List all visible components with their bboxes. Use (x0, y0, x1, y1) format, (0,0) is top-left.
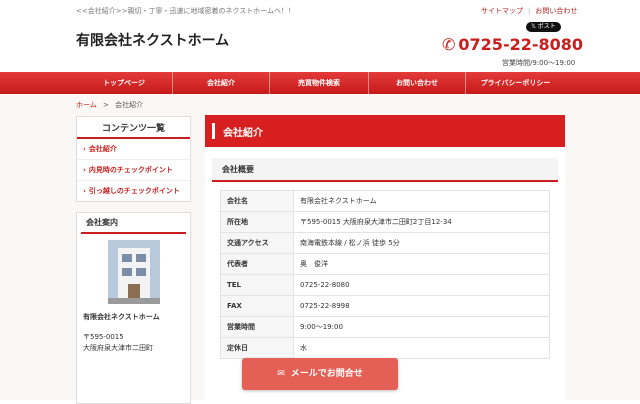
row-label: 定休日 (220, 337, 294, 359)
breadcrumb-separator: > (103, 101, 109, 109)
nav-item-top[interactable]: トップページ (76, 72, 173, 94)
row-value: 奥 俊洋 (293, 253, 550, 275)
phone-text: 0725-22-8080 (458, 35, 584, 54)
contents-item-label: 引っ越しのチェックポイント (88, 187, 180, 195)
table-row: 定休日水 (220, 337, 550, 359)
x-logo-icon: 𝕏 (531, 23, 538, 30)
row-value: 〒595-0015 大阪府泉大津市二田町2丁目12-34 (293, 211, 550, 233)
page-title: 会社紹介 (223, 128, 263, 139)
x-post-label: ポスト (537, 23, 556, 30)
nav-item-property-search[interactable]: 売買物件検索 (270, 72, 369, 94)
row-label: 営業時間 (220, 316, 294, 338)
breadcrumb-home[interactable]: ホーム (76, 101, 97, 109)
contents-item-moving-checkpoints[interactable]: › 引っ越しのチェックポイント (77, 181, 190, 201)
row-label: 交通アクセス (220, 232, 294, 254)
contents-item-viewing-checkpoints[interactable]: › 内見時のチェックポイント (77, 160, 190, 181)
email-inquiry-label: メールでお問合せ (290, 369, 363, 379)
contents-title: コンテンツ一覧 (77, 117, 190, 139)
contents-item-label: 内見時のチェックポイント (88, 166, 173, 174)
row-value: 南海電鉄本線 / 松ノ浜 徒歩 5分 (293, 232, 550, 254)
email-inquiry-button[interactable]: ✉ メールでお問合せ (242, 358, 398, 390)
breadcrumb: ホーム > 会社紹介 (76, 100, 143, 110)
row-label: 代表者 (220, 253, 294, 275)
business-hours: 営業時間/9:00～19:00 (502, 59, 576, 67)
company-address: 大阪府泉大津市二田町 (83, 344, 153, 352)
contents-box: コンテンツ一覧 › 会社紹介 › 内見時のチェックポイント › 引っ越しのチェックポイ… (76, 116, 191, 202)
company-postal-code: 〒595-0015 (83, 333, 124, 341)
page-heading: 会社紹介 (205, 115, 565, 147)
chevron-right-icon: › (83, 166, 86, 174)
table-row: 交通アクセス 南海電鉄本線 / 松ノ浜 徒歩 5分 (220, 232, 550, 254)
sitemap-link[interactable]: サイトマップ (476, 7, 528, 15)
main-nav: トップページ 会社紹介 売買物件検索 お問い合わせ プライバシーポリシー (0, 72, 640, 94)
table-row: FAX 0725-22-8998 (220, 295, 550, 317)
breadcrumb-current: 会社紹介 (115, 101, 144, 109)
row-label: 所在地 (220, 211, 294, 233)
company-overview-table: 会社名 有限会社ネクストホーム 所在地 〒595-0015 大阪府泉大津市二田町2丁目… (220, 190, 550, 359)
heading-accent-bar (212, 123, 215, 139)
header: <<会社紹介>>親切・丁寧・迅速に地域密着のネクストホームへ！！ 有限会社ネクス… (0, 0, 640, 72)
nav-item-company[interactable]: 会社紹介 (173, 72, 270, 94)
contents-item-label: 会社紹介 (88, 145, 117, 153)
site-title[interactable]: 有限会社ネクストホーム (76, 30, 229, 50)
table-row: 会社名 有限会社ネクストホーム (220, 190, 550, 212)
table-row: TEL 0725-22-8080 (220, 274, 550, 296)
company-name: 有限会社ネクストホーム (83, 313, 160, 321)
row-value: 有限会社ネクストホーム (293, 190, 550, 212)
company-info-box: 会社案内 有限会社ネクストホーム 〒595-0015 大阪府泉大津市二田町 (76, 212, 191, 404)
table-row: 営業時間 9:00～19:00 (220, 316, 550, 338)
chevron-right-icon: › (83, 187, 86, 195)
row-label: FAX (220, 295, 294, 317)
section-title: 会社概要 (222, 165, 254, 174)
row-value: 水 (293, 337, 550, 359)
row-label: TEL (220, 274, 294, 296)
company-info-title: 会社案内 (81, 213, 186, 234)
table-row: 代表者奥 俊洋 (220, 253, 550, 275)
nav-item-contact[interactable]: お問い合わせ (369, 72, 466, 94)
nav-item-privacy[interactable]: プライバシーポリシー (466, 72, 565, 94)
phone-number[interactable]: ✆ 0725-22-8080 (442, 35, 583, 54)
table-row: 所在地 〒595-0015 大阪府泉大津市二田町2丁目12-34 (220, 211, 550, 233)
x-post-button[interactable]: 𝕏 ポスト (526, 22, 561, 32)
header-links: サイトマップ | お問い合わせ (476, 6, 582, 16)
tagline: <<会社紹介>>親切・丁寧・迅速に地域密着のネクストホームへ！！ (76, 7, 296, 15)
phone-icon: ✆ (442, 35, 456, 54)
section-heading: 会社概要 (212, 158, 558, 182)
mail-icon: ✉ (277, 369, 285, 379)
chevron-right-icon: › (83, 145, 86, 153)
row-value: 9:00～19:00 (293, 316, 550, 338)
row-label: 会社名 (220, 190, 294, 212)
contact-link[interactable]: お問い合わせ (530, 7, 582, 15)
contents-item-company[interactable]: › 会社紹介 (77, 139, 190, 160)
row-value: 0725-22-8080 (293, 274, 550, 296)
row-value: 0725-22-8998 (293, 295, 550, 317)
company-building-photo (107, 240, 160, 304)
